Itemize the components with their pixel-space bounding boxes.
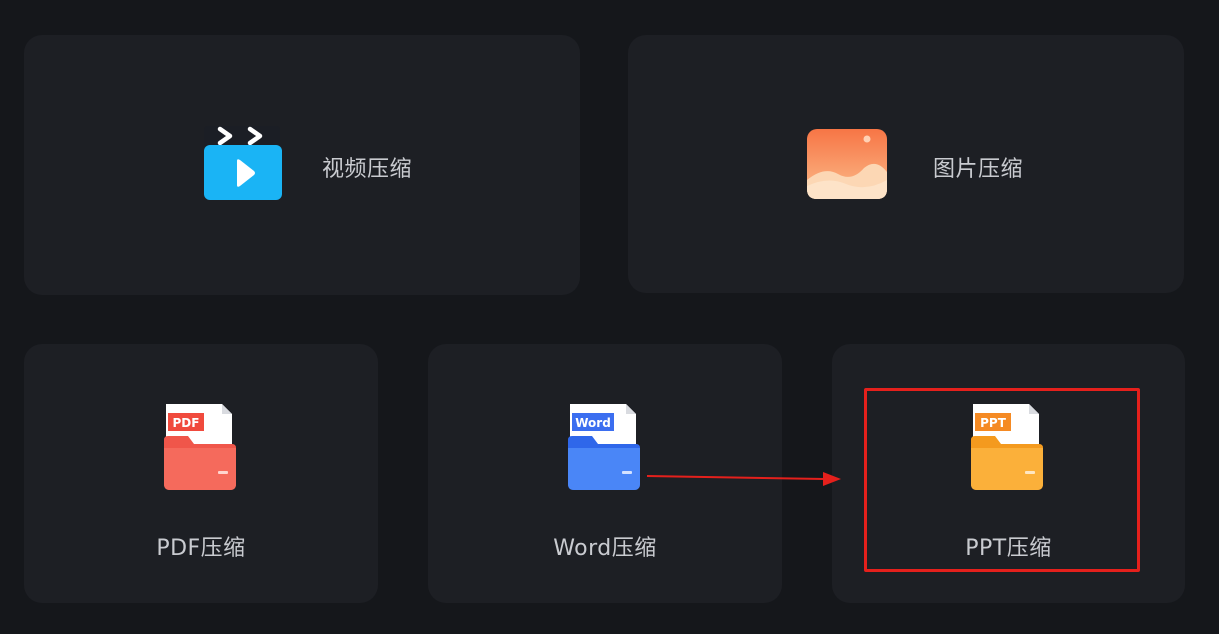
ppt-compress-card[interactable]: PPT PPT压缩 bbox=[832, 344, 1185, 603]
ppt-compress-label: PPT压缩 bbox=[965, 536, 1052, 561]
svg-text:Word: Word bbox=[575, 416, 611, 430]
compression-tools-panel: 视频压缩 图片压缩 PDF PDF压缩 Word Word压缩 PPT PPT压… bbox=[0, 0, 1219, 634]
svg-text:PPT: PPT bbox=[980, 416, 1007, 430]
pdf-compress-card[interactable]: PDF PDF压缩 bbox=[24, 344, 378, 603]
image-compress-card[interactable]: 图片压缩 bbox=[628, 35, 1184, 293]
pdf-compress-label: PDF压缩 bbox=[156, 536, 246, 561]
video-compress-label: 视频压缩 bbox=[322, 157, 413, 182]
word-folder-icon: Word bbox=[564, 402, 644, 496]
video-clapper-icon bbox=[202, 126, 284, 206]
pdf-folder-icon: PDF bbox=[160, 402, 240, 496]
svg-text:PDF: PDF bbox=[173, 416, 200, 430]
video-compress-card[interactable]: 视频压缩 bbox=[24, 35, 580, 295]
annotation-arrow bbox=[645, 466, 845, 494]
ppt-folder-icon: PPT bbox=[967, 402, 1047, 496]
image-compress-label: 图片压缩 bbox=[933, 157, 1024, 182]
image-landscape-icon bbox=[806, 128, 888, 204]
word-compress-label: Word压缩 bbox=[553, 536, 657, 561]
